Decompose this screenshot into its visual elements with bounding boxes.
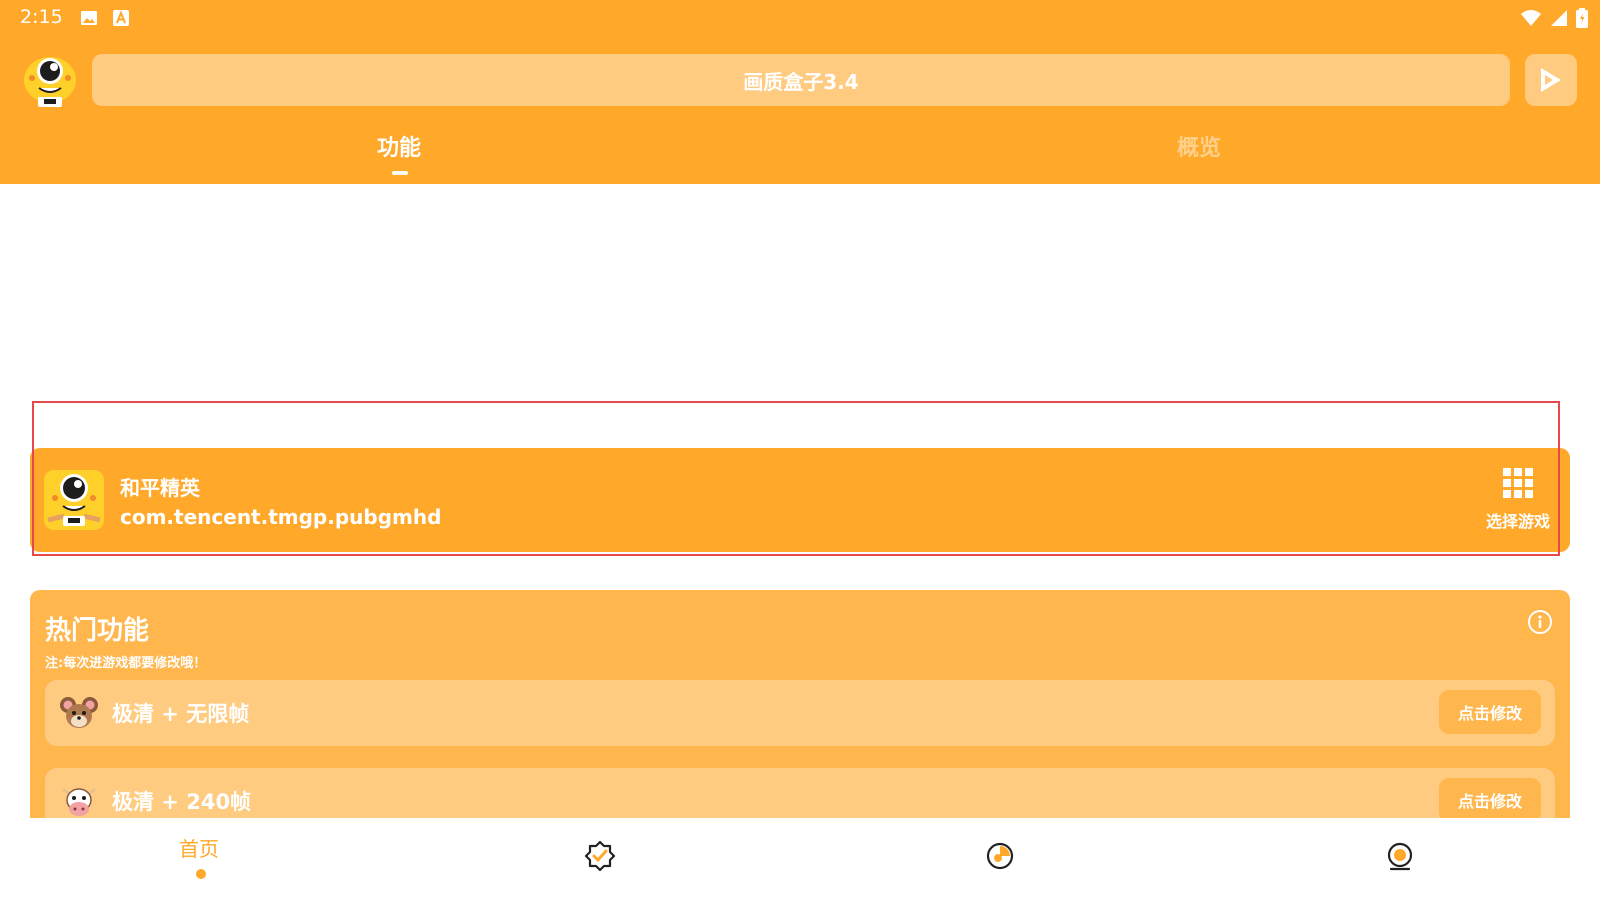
selected-game-card[interactable]: 和平精英 com.tencent.tmgp.pubgmhd 选择游戏 [30,448,1570,552]
tab-functions[interactable]: 功能 [377,130,421,162]
play-button[interactable] [1525,54,1577,106]
app-title-bar: 画质盒子3.4 [92,54,1510,106]
grid-icon [1503,468,1533,498]
modify-button[interactable]: 点击修改 [1439,690,1541,734]
verified-badge-icon [584,840,616,872]
mascot-logo[interactable] [22,54,78,110]
app-title: 画质盒子3.4 [743,69,859,94]
nav-home[interactable]: 首页 [150,818,250,900]
image-icon [81,11,97,25]
nav-verified[interactable] [550,818,650,900]
nav-active-dot [196,869,206,879]
hot-features-title: 热门功能 [45,616,150,646]
battery-icon [1576,8,1588,28]
signal-icon [1551,10,1567,26]
cow-avatar-icon [62,787,96,816]
hot-features-panel: 热门功能 注:每次进游戏都要修改哦！ 极清 + 无限帧 点击修改 极清 + 24… [30,590,1570,830]
modify-button[interactable]: 点击修改 [1439,778,1541,822]
game-mascot-icon [44,470,104,530]
feature-label: 极清 + 无限帧 [112,702,250,726]
game-name: 和平精英 [120,476,200,500]
feature-label: 极清 + 240帧 [112,790,252,814]
feature-item[interactable]: 极清 + 无限帧 点击修改 [45,680,1555,746]
status-time: 2:15 [20,6,63,28]
play-icon [1541,68,1561,92]
game-package: com.tencent.tmgp.pubgmhd [120,505,442,529]
wifi-icon [1521,10,1541,26]
nav-home-label: 首页 [179,837,219,861]
mouse-avatar-icon [60,697,98,728]
tab-overview[interactable]: 概览 [1177,130,1221,162]
select-game-button[interactable]: 选择游戏 [1478,468,1558,538]
tab-active-indicator [392,171,408,175]
nav-profile[interactable] [1350,818,1450,900]
user-profile-icon [1387,842,1413,871]
nav-stats[interactable] [950,818,1050,900]
bottom-navigation: 首页 [0,818,1600,900]
hot-features-note: 注:每次进游戏都要修改哦！ [45,656,207,671]
pie-chart-icon [986,842,1014,870]
status-right-icons [1520,8,1588,28]
select-game-label: 选择游戏 [1485,512,1550,531]
info-icon[interactable] [1527,609,1553,635]
a-text-icon [113,10,129,26]
status-bar: 2:15 [0,0,1600,36]
app-header: 2:15 画质盒子3.4 功能 概览 [0,0,1600,184]
